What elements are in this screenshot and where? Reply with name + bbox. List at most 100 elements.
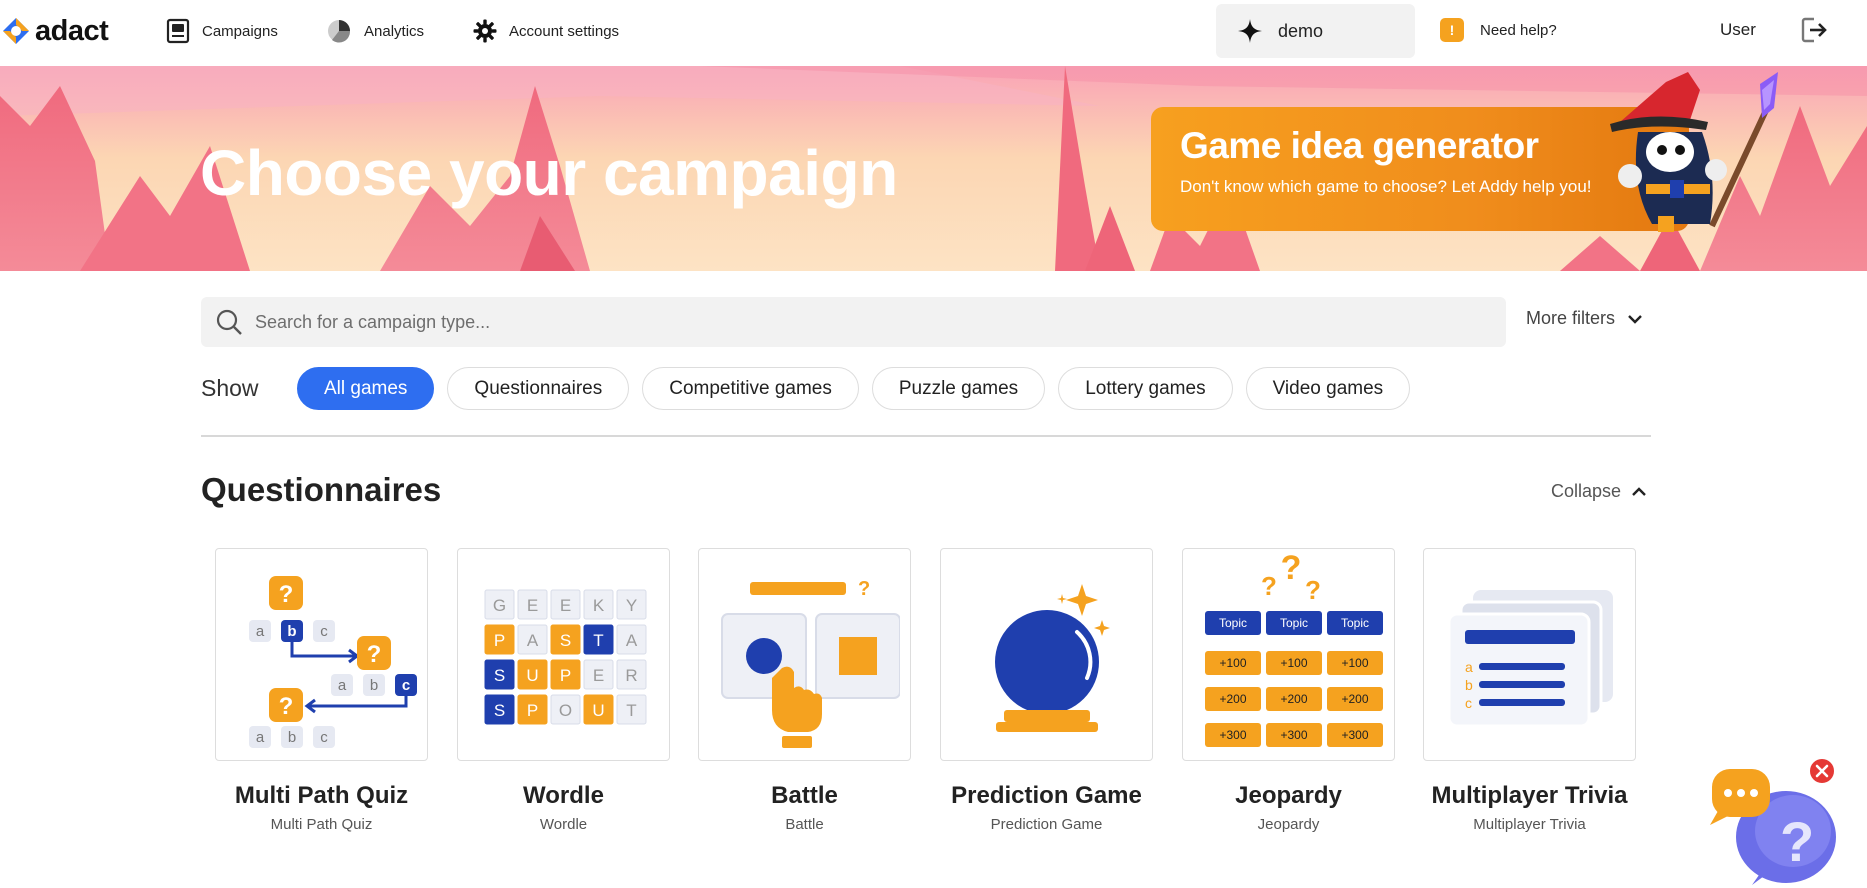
- wordle-letter: K: [592, 596, 604, 615]
- svg-text:a: a: [255, 729, 264, 746]
- chip-questionnaires[interactable]: Questionnaires: [447, 367, 630, 410]
- card-title: Jeopardy: [1235, 782, 1342, 809]
- campaign-search-bar[interactable]: [201, 297, 1506, 347]
- value-label: +100: [1280, 656, 1307, 670]
- game-card-wordle[interactable]: GEEKYPASTASUPERSPOUT Wordle Wordle: [457, 548, 670, 833]
- value-label: +200: [1341, 692, 1368, 706]
- section-title-questionnaires: Questionnaires: [201, 471, 442, 508]
- game-card-battle[interactable]: ? Battle Battle: [698, 548, 911, 833]
- svg-text:?: ?: [1780, 810, 1814, 873]
- card-thumbnail: GEEKYPASTASUPERSPOUT: [457, 548, 670, 761]
- svg-text:a: a: [337, 677, 346, 694]
- wordle-letter: P: [559, 666, 570, 685]
- card-subtitle: Prediction Game: [990, 816, 1103, 833]
- multi-path-quiz-illustration-icon: ? a b c ? a b c ? a b c: [248, 575, 417, 748]
- value-label: +200: [1280, 692, 1307, 706]
- value-label: +100: [1219, 656, 1246, 670]
- need-help-label: Need help?: [1480, 21, 1557, 39]
- card-title: Multi Path Quiz: [234, 782, 409, 809]
- chip-puzzle-games[interactable]: Puzzle games: [871, 367, 1046, 410]
- chip-video-games[interactable]: Video games: [1245, 367, 1411, 410]
- wordle-letter: U: [592, 701, 604, 720]
- svg-text:c: c: [320, 623, 328, 640]
- battle-illustration-icon: ?: [720, 578, 900, 748]
- question-mark-icon: ?: [1261, 571, 1277, 601]
- logout-icon: [1801, 17, 1827, 43]
- search-icon: [216, 309, 242, 335]
- game-card-multiplayer-trivia[interactable]: a b c Multiplayer Trivia Multiplayer Tri…: [1423, 548, 1636, 833]
- svg-text:b: b: [287, 623, 296, 640]
- wordle-grid-illustration-icon: G E E K YP A S T AS U P E RS P O U T: [484, 589, 646, 724]
- collapse-label: Collapse: [1551, 481, 1622, 501]
- nav-analytics[interactable]: Analytics: [326, 17, 424, 45]
- wordle-letter: U: [526, 666, 538, 685]
- wordle-letter: Y: [625, 596, 636, 615]
- nav-account-settings-label: Account settings: [509, 22, 620, 40]
- wordle-letter: S: [493, 701, 504, 720]
- wordle-letter: A: [526, 631, 538, 650]
- card-thumbnail: a b c: [1423, 548, 1636, 761]
- adact-logo-icon: [3, 18, 29, 44]
- value-label: +200: [1219, 692, 1246, 706]
- multiplayer-trivia-illustration-icon: a b c: [1447, 589, 1613, 727]
- wordle-letter: S: [559, 631, 570, 650]
- svg-text:?: ?: [858, 578, 870, 600]
- question-mark-icon: ?: [1305, 575, 1321, 605]
- logo-text: adact: [35, 14, 109, 47]
- analytics-pie-icon: [328, 20, 351, 43]
- nav-campaigns[interactable]: Campaigns: [166, 17, 278, 45]
- top-navigation: adact Campaigns Analytics Account settin…: [0, 0, 1867, 66]
- card-thumbnail: ?: [698, 548, 911, 761]
- chip-competitive-games[interactable]: Competitive games: [642, 367, 859, 410]
- wordle-letter: O: [558, 701, 571, 720]
- card-thumbnail: ? a b c ? a b c ? a b c: [215, 548, 428, 761]
- more-filters-label: More filters: [1526, 308, 1616, 328]
- svg-text:?: ?: [278, 581, 293, 608]
- campaign-search-input[interactable]: [255, 311, 1455, 333]
- card-title: Prediction Game: [951, 782, 1142, 809]
- section-divider: [201, 435, 1651, 437]
- help-alert-icon: !: [1440, 18, 1464, 42]
- topic-label: Topic: [1340, 616, 1368, 630]
- workspace-selector[interactable]: demo: [1216, 4, 1415, 58]
- svg-text:b: b: [369, 677, 377, 694]
- close-icon[interactable]: [1808, 757, 1836, 785]
- chip-lottery-games[interactable]: Lottery games: [1058, 367, 1233, 410]
- chat-help-widget[interactable]: ?: [1708, 757, 1844, 888]
- chip-all-games[interactable]: All games: [297, 367, 435, 410]
- chevron-up-icon: [1632, 486, 1646, 496]
- collapse-section-button[interactable]: Collapse: [1551, 481, 1647, 502]
- nav-analytics-label: Analytics: [364, 22, 425, 40]
- need-help-link[interactable]: ! Need help?: [1440, 18, 1557, 42]
- campaigns-icon: [166, 18, 190, 44]
- wordle-letter: T: [593, 631, 603, 650]
- user-menu[interactable]: User: [1720, 20, 1756, 40]
- hero-banner: Choose your campaign Game idea generator…: [0, 66, 1867, 271]
- card-title: Battle: [771, 782, 838, 809]
- wordle-letter: P: [526, 701, 537, 720]
- more-filters-dropdown[interactable]: More filters: [1526, 308, 1643, 329]
- logout-button[interactable]: [1800, 16, 1828, 49]
- svg-text:a: a: [255, 623, 264, 640]
- svg-text:b: b: [287, 729, 295, 746]
- card-subtitle: Multi Path Quiz: [270, 816, 373, 833]
- svg-text:a: a: [1465, 659, 1473, 675]
- adact-logo[interactable]: adact: [0, 12, 109, 50]
- wordle-letter: S: [493, 666, 504, 685]
- svg-text:c: c: [401, 677, 409, 694]
- game-card-multi-path-quiz[interactable]: ? a b c ? a b c ? a b c Multi Path Quiz …: [215, 548, 428, 833]
- sparkle-icon: [1238, 19, 1262, 43]
- game-card-prediction-game[interactable]: Prediction Game Prediction Game: [940, 548, 1153, 833]
- value-label: +300: [1280, 728, 1307, 742]
- wordle-letter: A: [625, 631, 637, 650]
- card-subtitle: Wordle: [539, 816, 588, 833]
- wordle-letter: G: [492, 596, 505, 615]
- card-thumbnail: [940, 548, 1153, 761]
- card-title: Wordle: [523, 782, 604, 809]
- nav-account-settings[interactable]: Account settings: [473, 17, 619, 45]
- workspace-name: demo: [1278, 20, 1324, 41]
- card-subtitle: Battle: [785, 816, 824, 833]
- svg-text:?: ?: [366, 641, 381, 668]
- game-card-jeopardy[interactable]: ??? Topic Topic Topic +100 +100 +100 +200 +200 +2…: [1182, 548, 1395, 833]
- svg-text:c: c: [320, 729, 328, 746]
